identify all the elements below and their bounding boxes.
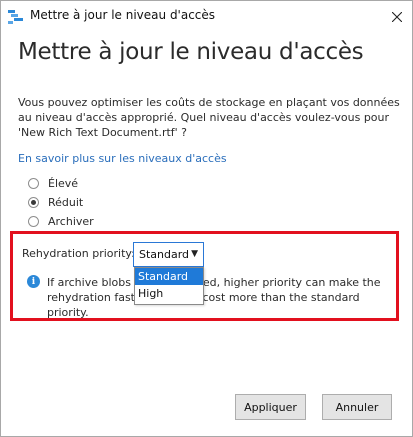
radio-tier-reduit[interactable]: Réduit [28,194,83,210]
close-icon [391,7,403,26]
radio-tier-archiver[interactable]: Archiver [28,213,94,229]
close-button[interactable] [382,1,412,31]
dropdown-option-standard[interactable]: Standard [135,268,203,285]
dialog-heading: Mettre à jour le niveau d'accès [18,39,364,65]
info-icon: i [27,275,40,288]
radio-button-checked[interactable] [28,196,39,208]
radio-tier-eleve[interactable]: Élevé [28,175,78,191]
rehydration-priority-dropdown: Standard High [134,267,204,305]
select-value: Standard [139,248,190,261]
dialog-description: Vous pouvez optimiser les coûts de stock… [18,96,400,139]
radio-button[interactable] [28,177,39,189]
learn-more-link[interactable]: En savoir plus sur les niveaux d'accès [18,152,227,165]
dropdown-option-high[interactable]: High [135,285,203,302]
title-bar: Mettre à jour le niveau d'accès [1,1,412,31]
triangle-down-icon: ▼ [191,249,198,259]
storage-explorer-icon [8,9,24,24]
cancel-button[interactable]: Annuler [322,394,392,420]
rehydration-priority-select[interactable]: Standard ▼ [133,242,204,267]
dialog-window: Mettre à jour le niveau d'accès Mettre à… [0,0,413,437]
radio-label: Archiver [48,214,94,228]
radio-label: Réduit [48,195,84,209]
apply-button[interactable]: Appliquer [235,394,306,420]
rehydration-info-text: If archive blobs are rehydrated, higher … [47,276,381,319]
radio-button[interactable] [28,215,39,227]
rehydration-priority-label: Rehydration priority: [22,247,135,260]
window-title: Mettre à jour le niveau d'accès [30,8,216,22]
radio-label: Élevé [48,176,79,190]
